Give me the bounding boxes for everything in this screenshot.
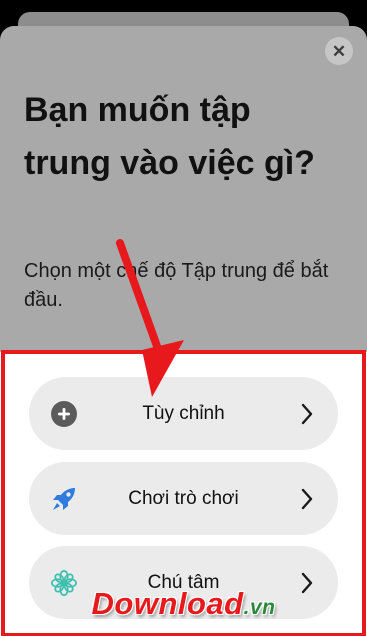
close-icon: ✕ [331,41,347,61]
watermark-tld: .vn [243,596,276,619]
close-button[interactable]: ✕ [325,37,353,65]
page-title: Bạn muốn tập trung vào việc gì? [24,91,315,182]
page-subtitle: Chọn một chế độ Tập trung để bắt đầu. [24,260,329,311]
watermark-logo: Download.vn [0,586,367,622]
watermark-name: Download [91,586,244,621]
